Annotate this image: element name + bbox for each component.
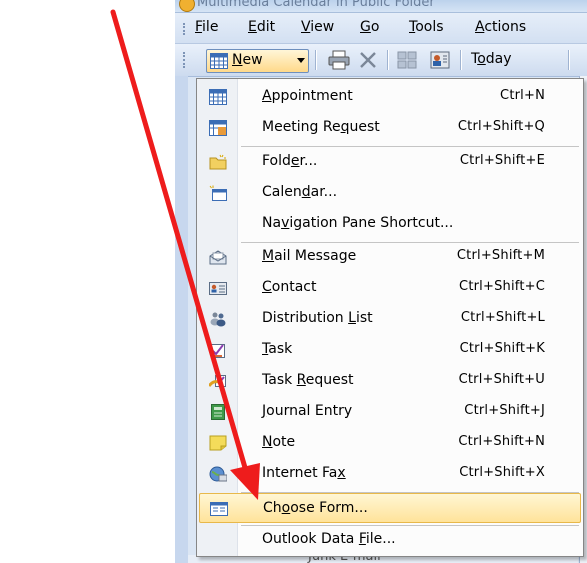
calendar-icon bbox=[209, 185, 227, 201]
menu-item-label: Folder... bbox=[262, 153, 318, 169]
menu-item-shortcut: Ctrl+Shift+N bbox=[458, 434, 545, 449]
menu-go[interactable]: Go bbox=[360, 19, 379, 35]
appointment-icon bbox=[209, 89, 227, 105]
navigation-pane-edge bbox=[175, 76, 188, 563]
menu-tools[interactable]: Tools bbox=[409, 19, 444, 35]
menu-item-task-request[interactable]: Task Request Ctrl+Shift+U bbox=[199, 366, 581, 396]
note-icon bbox=[209, 435, 227, 451]
print-icon[interactable] bbox=[328, 50, 350, 70]
internet-fax-icon bbox=[209, 466, 227, 482]
menu-item-outlook-data-file[interactable]: Outlook Data File... bbox=[199, 525, 581, 555]
menu-item-label: Outlook Data File... bbox=[262, 531, 396, 547]
toolbar-separator bbox=[387, 50, 389, 70]
menu-item-label: Task Request bbox=[262, 372, 354, 388]
menu-item-contact[interactable]: Contact Ctrl+Shift+C bbox=[199, 273, 581, 303]
task-request-icon bbox=[209, 375, 226, 387]
menu-item-label: Calendar... bbox=[262, 184, 338, 200]
menu-item-shortcut: Ctrl+Shift+K bbox=[459, 341, 545, 356]
calendar-grid-icon bbox=[210, 53, 228, 69]
menu-item-task[interactable]: Task Ctrl+Shift+K bbox=[199, 335, 581, 365]
menu-item-shortcut: Ctrl+Shift+C bbox=[459, 279, 545, 294]
move-to-folder-icon[interactable] bbox=[397, 50, 417, 70]
menu-item-choose-form[interactable]: Choose Form... bbox=[199, 493, 581, 523]
chevron-down-icon[interactable] bbox=[297, 58, 305, 63]
address-book-icon[interactable] bbox=[429, 50, 451, 70]
today-button[interactable]: Today bbox=[471, 51, 512, 67]
new-item-menu: Appointment Ctrl+N Meeting Request Ctrl+… bbox=[196, 78, 584, 557]
menu-item-shortcut: Ctrl+Shift+J bbox=[464, 403, 545, 418]
menu-item-shortcut: Ctrl+Shift+M bbox=[456, 248, 545, 263]
menu-item-shortcut: Ctrl+Shift+Q bbox=[457, 119, 545, 134]
menu-item-label: Appointment bbox=[262, 88, 353, 104]
window-title: Multimedia Calendar in Public Folder bbox=[197, 0, 435, 10]
menu-item-label: Contact bbox=[262, 279, 317, 295]
menu-edit[interactable]: Edit bbox=[248, 19, 275, 35]
task-icon bbox=[211, 344, 225, 358]
toolbar-separator bbox=[460, 50, 462, 70]
new-button-label: New bbox=[232, 52, 263, 68]
menu-item-distribution-list[interactable]: Distribution List Ctrl+Shift+L bbox=[199, 304, 581, 334]
standard-toolbar: New Today bbox=[175, 44, 587, 77]
menu-item-calendar[interactable]: Calendar... bbox=[199, 178, 581, 208]
new-button[interactable]: New bbox=[206, 49, 309, 73]
title-bar: Multimedia Calendar in Public Folder bbox=[175, 0, 587, 13]
mail-message-icon bbox=[209, 250, 227, 265]
menu-item-label: Note bbox=[262, 434, 296, 450]
menu-item-shortcut: Ctrl+Shift+X bbox=[459, 465, 545, 480]
toolbar-separator bbox=[315, 50, 317, 70]
menu-item-label: Mail Message bbox=[262, 248, 357, 264]
delete-icon[interactable] bbox=[358, 50, 378, 70]
toolbar-separator bbox=[568, 50, 570, 70]
menu-item-label: Navigation Pane Shortcut... bbox=[262, 215, 454, 231]
menubar-grip bbox=[183, 23, 187, 35]
distribution-list-icon bbox=[210, 312, 226, 327]
toolbar-grip bbox=[183, 52, 187, 68]
menu-item-shortcut: Ctrl+Shift+E bbox=[459, 153, 545, 168]
menu-item-journal-entry[interactable]: Journal Entry Ctrl+Shift+J bbox=[199, 397, 581, 427]
menu-item-shortcut: Ctrl+Shift+L bbox=[460, 310, 545, 325]
menu-item-label: Distribution List bbox=[262, 310, 373, 326]
meeting-request-icon bbox=[209, 120, 227, 136]
menu-file[interactable]: File bbox=[195, 19, 218, 35]
choose-form-icon bbox=[210, 502, 228, 516]
menu-view[interactable]: View bbox=[301, 19, 334, 35]
menu-actions[interactable]: Actions bbox=[475, 19, 526, 35]
menu-item-note[interactable]: Note Ctrl+Shift+N bbox=[199, 428, 581, 458]
menu-item-folder[interactable]: Folder... Ctrl+Shift+E bbox=[199, 147, 581, 177]
contact-icon bbox=[209, 282, 227, 295]
menu-item-meeting-request[interactable]: Meeting Request Ctrl+Shift+Q bbox=[199, 113, 581, 143]
folder-icon bbox=[209, 154, 227, 170]
menu-item-label: Choose Form... bbox=[263, 500, 368, 516]
menu-item-label: Meeting Request bbox=[262, 119, 380, 135]
menu-item-label: Internet Fax bbox=[262, 465, 346, 481]
menu-item-shortcut: Ctrl+Shift+U bbox=[458, 372, 545, 387]
menu-item-shortcut: Ctrl+N bbox=[500, 88, 545, 103]
menu-item-internet-fax[interactable]: Internet Fax Ctrl+Shift+X bbox=[199, 459, 581, 489]
menu-item-navigation-pane-shortcut[interactable]: Navigation Pane Shortcut... bbox=[199, 209, 581, 239]
outlook-icon bbox=[179, 0, 195, 12]
menu-item-appointment[interactable]: Appointment Ctrl+N bbox=[199, 82, 581, 112]
menu-item-label: Journal Entry bbox=[262, 403, 353, 419]
menu-item-label: Task bbox=[262, 341, 293, 357]
menu-item-mail-message[interactable]: Mail Message Ctrl+Shift+M bbox=[199, 242, 581, 272]
journal-entry-icon bbox=[211, 404, 225, 420]
menu-bar: File Edit View Go Tools Actions bbox=[175, 13, 587, 44]
